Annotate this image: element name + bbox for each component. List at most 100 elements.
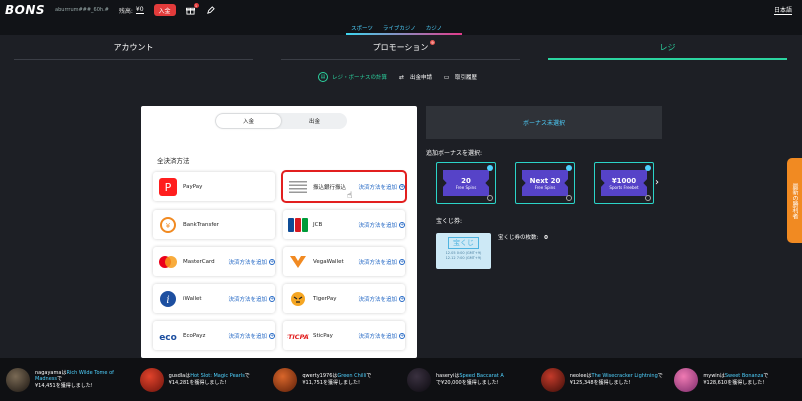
rocket-icon[interactable] <box>206 5 216 15</box>
paypay-logo-icon: P <box>157 176 179 198</box>
subtab-history-label: 取引履歴 <box>455 75 478 81</box>
add-method-link[interactable]: 決済方法を追加 + <box>228 332 275 340</box>
payment-method-sticpay[interactable]: STICPAY SticPay 決済方法を追加+ <box>283 321 405 350</box>
lottery-ticket-date-2: 12.12 7:00 (GMT+9) <box>445 256 482 260</box>
subtab-withdraw-request[interactable]: ⇄ 出金申請 <box>397 73 432 82</box>
toggle-withdraw[interactable]: 出金 <box>282 113 347 129</box>
payment-name: iWallet <box>183 295 202 302</box>
bonus-type: Free Spins <box>534 184 556 190</box>
winner-item[interactable]: nagayamaはRich Wilde Tome of Madnessで ¥14… <box>0 367 134 392</box>
winner-user: haseryi <box>436 373 455 379</box>
winner-suffix: で <box>763 373 769 379</box>
subtab-cashier-bonus-label: レジ・ボーナスの計算 <box>332 75 388 81</box>
payment-method-vegawallet[interactable]: VegaWallet 決済方法を追加 + <box>283 247 405 276</box>
bonus-card-sports-freebet[interactable]: ¥1000 Sports Freebet <box>594 162 654 204</box>
bonus-radio[interactable] <box>566 195 572 201</box>
payment-name: PayPay <box>183 183 203 190</box>
bonus-type: Sports Freebet <box>609 184 639 190</box>
tab-account-label: アカウント <box>113 43 154 52</box>
bonus-amount: 20 <box>461 176 471 185</box>
subtab-history[interactable]: ▭ 取引履歴 <box>442 73 478 82</box>
cashier-subtabs: ▤ レジ・ボーナスの計算 ⇄ 出金申請 ▭ 取引履歴 <box>318 72 477 82</box>
payment-name: BankTransfer <box>183 221 219 228</box>
winner-user: nagayama <box>35 369 62 376</box>
winner-item[interactable]: qwerty1976はGreen Chilliで ¥11,751を獲得しました! <box>267 367 401 392</box>
add-method-link[interactable]: 決済方法を追加 + <box>228 295 275 303</box>
winner-game[interactable]: Speed Baccarat A <box>459 373 503 379</box>
tab-cashier[interactable]: レジ <box>534 38 801 60</box>
winner-tail: を獲得しました! <box>727 379 765 386</box>
username: aburrrum###_60h.# <box>55 7 109 13</box>
add-method-link[interactable]: 決済方法を追加 + <box>358 295 405 303</box>
cashier-icon: ▤ <box>318 72 328 82</box>
add-method-link[interactable]: 決済方法を追加 + <box>358 221 405 229</box>
bonus-ticket: Next 20 Free Spins <box>522 170 568 196</box>
info-icon[interactable] <box>487 165 493 171</box>
chevron-right-icon[interactable]: › <box>655 177 659 188</box>
add-bonus-title: 追加ボーナスを選択: <box>426 150 483 157</box>
winner-game[interactable]: Hot Slot: Magic Pearls <box>190 373 245 379</box>
add-method-link[interactable]: 決済方法を追加 + <box>358 183 405 191</box>
info-icon[interactable] <box>566 165 572 171</box>
winner-item[interactable]: haseryiはSpeed Baccarat A で¥20,000を獲得しました… <box>401 367 535 392</box>
winner-suffix: で <box>366 373 372 379</box>
winner-game[interactable]: Green Chilli <box>337 373 366 379</box>
winner-item[interactable]: mywinはSweet Bonanzaで ¥128,610を獲得しました! <box>668 367 802 392</box>
payment-name: 振込銀行振込 <box>313 184 347 191</box>
winner-game[interactable]: The Wisecracker Lightning <box>592 373 658 379</box>
info-icon[interactable] <box>645 165 651 171</box>
bonus-card-free-spins-20[interactable]: 20 Free Spins <box>436 162 496 204</box>
side-tab-label: 最新の勝利者 <box>791 182 798 219</box>
tab-cashier-label: レジ <box>659 43 676 52</box>
iwallet-logo-icon: i <box>157 288 179 310</box>
toggle-deposit[interactable]: 入金 <box>216 114 281 128</box>
deposit-button[interactable]: 入金 <box>153 4 176 16</box>
winner-suffix: で <box>244 373 250 379</box>
payment-method-paypay[interactable]: P PayPay <box>153 172 275 201</box>
payment-method-tigerpay[interactable]: TigerPay 決済方法を追加 + <box>283 284 405 313</box>
bank-stripes-icon <box>287 176 309 198</box>
plus-icon: + <box>399 295 405 302</box>
game-thumbnail <box>139 367 164 392</box>
mastercard-logo-icon <box>157 251 179 273</box>
bonus-radio[interactable] <box>487 195 493 201</box>
payment-method-ecopayz[interactable]: eco EcoPayz 決済方法を追加 + <box>153 321 275 350</box>
logo[interactable]: BONS <box>5 3 45 17</box>
winner-text: gusdlaはHot Slot: Magic Pearlsで ¥14,281を獲… <box>169 373 250 386</box>
add-method-link[interactable]: 決済方法を追加 + <box>358 258 405 266</box>
payment-name: EcoPayz <box>183 332 206 339</box>
payment-method-banktransfer[interactable]: ¥ BankTransfer <box>153 210 275 239</box>
winner-item[interactable]: gusdlaはHot Slot: Magic Pearlsで ¥14,281を獲… <box>134 367 268 392</box>
payment-method-mastercard[interactable]: MasterCard 決済方法を追加 + <box>153 247 275 276</box>
balance-value[interactable]: ¥0 <box>135 6 144 14</box>
latest-winners-side-tab[interactable]: 最新の勝利者 <box>787 158 802 243</box>
game-thumbnail <box>540 367 565 392</box>
gift-icon[interactable]: 1 <box>186 3 199 15</box>
bonus-card-next-20[interactable]: Next 20 Free Spins <box>515 162 575 204</box>
subtab-cashier-bonus[interactable]: ▤ レジ・ボーナスの計算 <box>318 72 387 82</box>
tab-account[interactable]: アカウント <box>0 38 267 60</box>
payment-method-jcb[interactable]: JCB 決済方法を追加 + <box>283 210 405 239</box>
sticpay-logo-icon: STICPAY <box>287 325 309 347</box>
svg-text:P: P <box>165 181 172 194</box>
add-method-link[interactable]: 決済方法を追加 + <box>358 332 405 340</box>
payment-method-iwallet[interactable]: i iWallet 決済方法を追加 + <box>153 284 275 313</box>
plus-icon: + <box>399 258 405 265</box>
top-bar: BONS aburrrum###_60h.# 残高: ¥0 入金 1 日本語 <box>0 0 802 20</box>
bonus-radio[interactable] <box>645 195 651 201</box>
winner-game[interactable]: Sweet Bonanza <box>725 373 764 379</box>
winner-user: mywin <box>703 373 720 379</box>
winner-item[interactable]: neoleeはThe Wisecracker Lightningで ¥125,3… <box>535 367 669 392</box>
add-method-link[interactable]: 決済方法を追加 + <box>228 258 275 266</box>
bonus-ticket: ¥1000 Sports Freebet <box>601 170 647 196</box>
tab-promotion[interactable]: プロモーション 9 <box>267 38 534 60</box>
winner-tail: を獲得しました! <box>55 382 93 389</box>
game-thumbnail <box>273 367 298 392</box>
payment-method-bank-wire[interactable]: 振込銀行振込 決済方法を追加 + <box>281 170 407 203</box>
winner-tail: を獲得しました! <box>461 379 499 386</box>
language-selector[interactable]: 日本語 <box>773 5 792 15</box>
winner-amount: ¥11,751 <box>302 379 324 386</box>
bank-transfer-icon: ¥ <box>157 214 179 236</box>
history-icon: ▭ <box>443 73 450 81</box>
plus-icon: + <box>269 258 275 265</box>
